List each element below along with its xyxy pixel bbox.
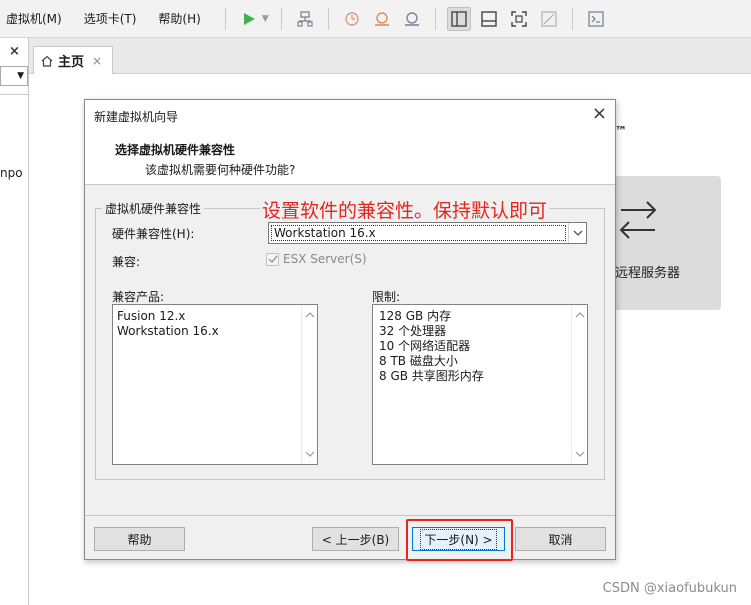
scroll-up-icon[interactable] xyxy=(575,311,585,319)
group-title: 虚拟机硬件兼容性 xyxy=(102,200,205,217)
help-button[interactable]: 帮助 xyxy=(94,527,185,551)
tab-home-label: 主页 xyxy=(58,55,85,70)
console-view-icon[interactable] xyxy=(477,7,501,31)
list-item: 10 个网络适配器 xyxy=(379,339,471,353)
scroll-down-icon[interactable] xyxy=(305,450,315,458)
products-scrollbar[interactable] xyxy=(301,305,317,464)
compat-label: 兼容: xyxy=(112,255,141,269)
list-item: 8 TB 磁盘大小 xyxy=(379,354,458,368)
back-button[interactable]: < 上一步(B) xyxy=(312,527,399,551)
limits-list[interactable]: 128 GB 内存 32 个处理器 10 个网络适配器 8 TB 磁盘大小 8 … xyxy=(372,304,588,465)
revert-snapshot-icon[interactable] xyxy=(370,7,394,31)
tab-home[interactable]: 主页 × xyxy=(33,46,113,74)
chevron-down-icon[interactable] xyxy=(568,223,586,243)
sidebar-view-icon[interactable] xyxy=(446,6,471,31)
products-label: 兼容产品: xyxy=(112,290,165,304)
swap-arrows-icon xyxy=(619,201,657,239)
list-item: 128 GB 内存 xyxy=(379,309,452,323)
list-item: Fusion 12.x xyxy=(117,309,186,323)
dialog-title: 新建虚拟机向导 xyxy=(94,110,179,124)
list-item: Workstation 16.x xyxy=(117,324,219,338)
remote-server-label: 远程服务器 xyxy=(615,266,681,281)
snapshot-icon[interactable] xyxy=(340,7,364,31)
watermark: CSDN @xiaofubukun xyxy=(602,581,737,596)
connect-remote-server-card[interactable]: 远程服务器 xyxy=(605,176,721,310)
annotation-note: 设置软件的兼容性。保持默认即可 xyxy=(260,196,550,223)
list-item: 8 GB 共享图形内存 xyxy=(379,369,484,383)
menu-bar: 虚拟机(M) 选项卡(T) 帮助(H) ▼ xyxy=(0,0,751,38)
esx-server-label: ESX Server(S) xyxy=(283,252,367,266)
esx-server-checkbox[interactable] xyxy=(266,252,279,266)
limits-label: 限制: xyxy=(372,290,401,304)
unity-icon[interactable] xyxy=(537,7,561,31)
limits-scrollbar[interactable] xyxy=(571,305,587,464)
esx-server-option: ESX Server(S) xyxy=(266,252,367,266)
hardware-compat-select[interactable]: Workstation 16.x xyxy=(268,222,587,244)
menu-help[interactable]: 帮助(H) xyxy=(154,10,204,27)
library-close-icon[interactable]: × xyxy=(9,44,20,59)
cancel-button[interactable]: 取消 xyxy=(515,527,606,551)
scroll-up-icon[interactable] xyxy=(305,311,315,319)
dialog-close-icon[interactable]: × xyxy=(592,104,607,124)
hardware-compat-value: Workstation 16.x xyxy=(271,225,566,241)
toolbar-separator xyxy=(280,7,282,30)
hardware-compat-label: 硬件兼容性(H): xyxy=(112,227,195,241)
dialog-subheading: 该虚拟机需要何种硬件功能? xyxy=(145,163,296,177)
menu-tabs[interactable]: 选项卡(T) xyxy=(80,10,141,27)
tab-close-icon[interactable]: × xyxy=(92,54,102,68)
toolbar-separator xyxy=(434,7,436,30)
scroll-down-icon[interactable] xyxy=(575,450,585,458)
library-filter-dropdown[interactable]: ▼ xyxy=(0,66,28,86)
play-icon[interactable] xyxy=(237,7,261,31)
fullscreen-icon[interactable] xyxy=(507,7,531,31)
dialog-titlebar: 新建虚拟机向导 × xyxy=(85,100,615,130)
toolbar-separator xyxy=(327,7,329,30)
dialog-header: 选择虚拟机硬件兼容性 该虚拟机需要何种硬件功能? xyxy=(85,130,615,185)
products-items: Fusion 12.x Workstation 16.x xyxy=(117,309,219,339)
home-icon xyxy=(41,55,53,67)
toolbar-separator xyxy=(571,7,573,30)
library-item-partial[interactable]: npo xyxy=(0,166,23,180)
limits-items: 128 GB 内存 32 个处理器 10 个网络适配器 8 TB 磁盘大小 8 … xyxy=(379,309,484,384)
brand-trademark: ™ xyxy=(615,124,627,138)
terminal-icon[interactable] xyxy=(584,7,608,31)
library-divider xyxy=(0,94,28,95)
compatible-products-list[interactable]: Fusion 12.x Workstation 16.x xyxy=(112,304,318,465)
next-button-highlight xyxy=(406,519,513,561)
toolbar-separator xyxy=(224,7,226,30)
network-icon[interactable] xyxy=(293,7,317,31)
play-dropdown-icon[interactable]: ▼ xyxy=(262,14,269,24)
list-item: 32 个处理器 xyxy=(379,324,447,338)
dialog-heading: 选择虚拟机硬件兼容性 xyxy=(115,143,236,157)
menu-vm[interactable]: 虚拟机(M) xyxy=(2,10,66,27)
footer-divider xyxy=(85,515,615,516)
new-vm-wizard-dialog: 新建虚拟机向导 × 选择虚拟机硬件兼容性 该虚拟机需要何种硬件功能? 虚拟机硬件… xyxy=(84,99,616,561)
manage-snapshots-icon[interactable] xyxy=(400,7,424,31)
tab-strip: 主页 × xyxy=(29,38,751,74)
library-pane: × ▼ npo xyxy=(0,38,29,605)
